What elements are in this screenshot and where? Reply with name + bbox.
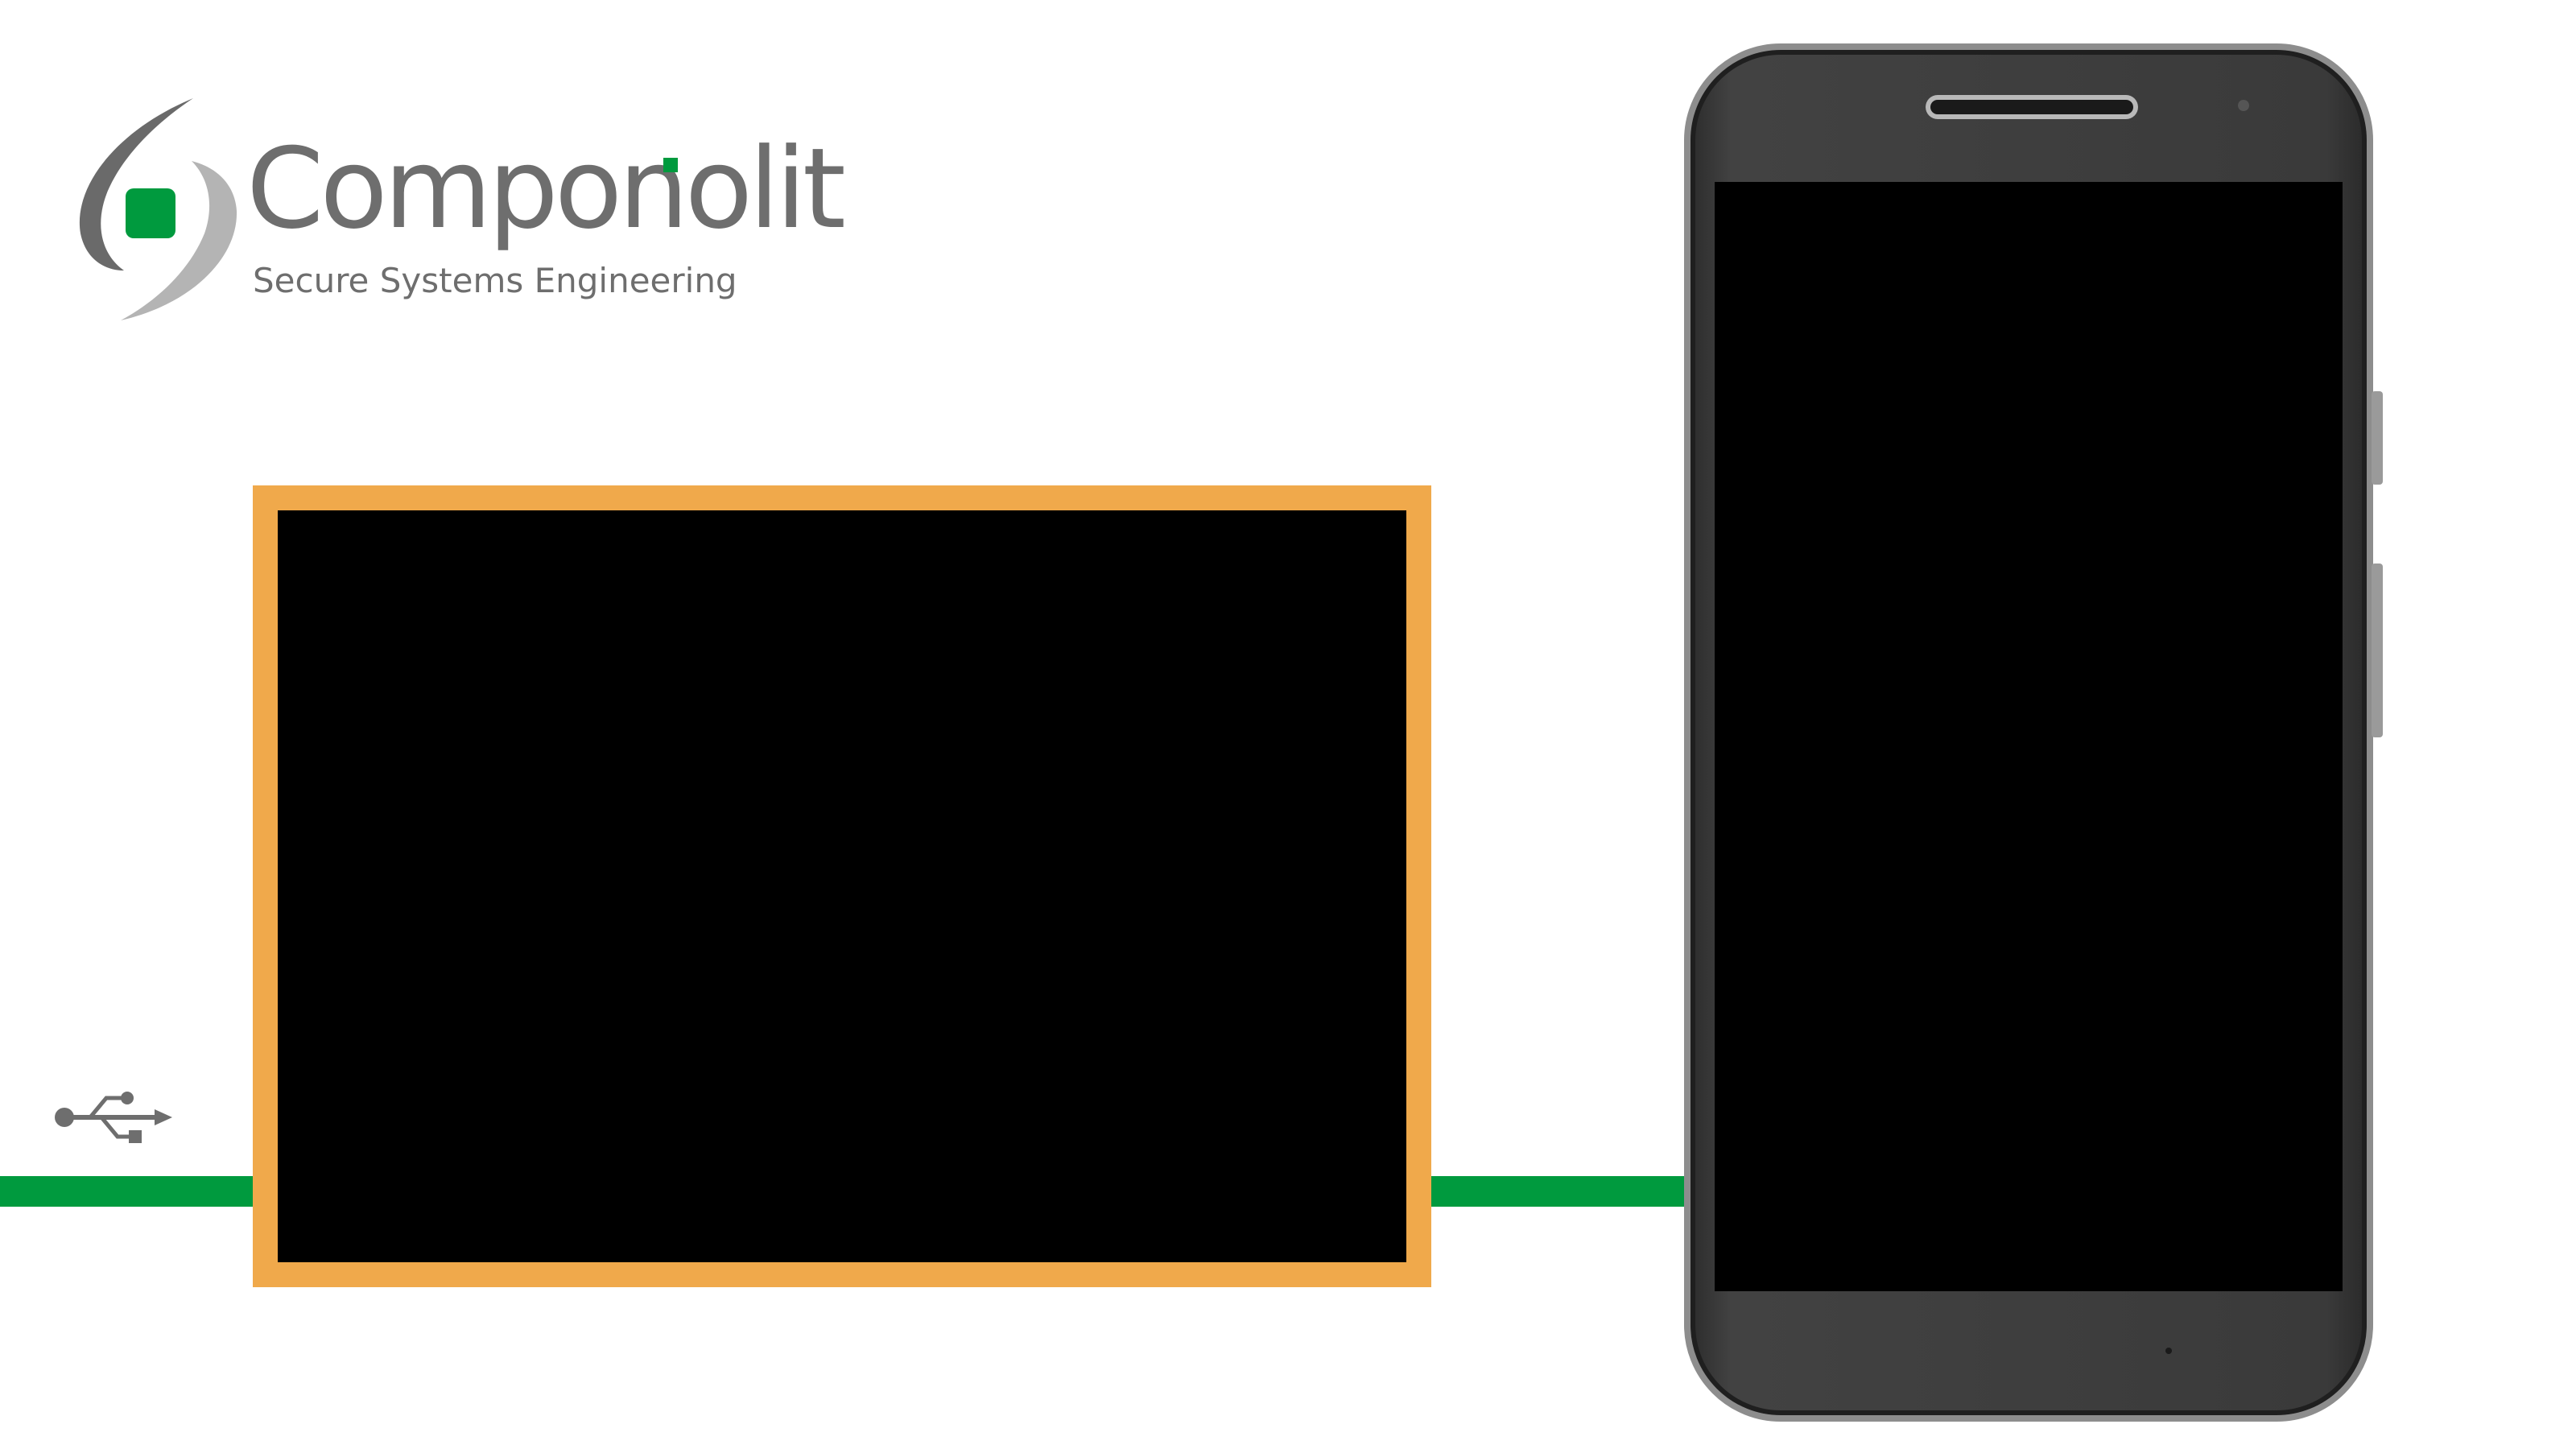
phone-power-button: [2372, 391, 2383, 485]
smartphone: [1684, 43, 2373, 1422]
phone-screen: [1715, 182, 2343, 1291]
device-frame: [253, 485, 1431, 1287]
device-screen: [278, 510, 1406, 1262]
phone-microphone: [2165, 1348, 2172, 1354]
usb-icon: [55, 1092, 172, 1143]
phone-volume-button: [2372, 564, 2383, 737]
phone-speaker: [1926, 95, 2138, 119]
brand-accent-dot: [663, 158, 678, 172]
phone-front-camera: [2238, 100, 2249, 111]
company-logo: Componolit Secure Systems Engineering: [71, 89, 846, 330]
brand-tagline: Secure Systems Engineering: [253, 261, 737, 300]
brand-name: Componolit: [246, 124, 846, 254]
usb-connection-line-left: [0, 1176, 256, 1207]
connection-line-right: [1428, 1176, 1702, 1207]
componolit-logo-mark-icon: [79, 98, 237, 320]
